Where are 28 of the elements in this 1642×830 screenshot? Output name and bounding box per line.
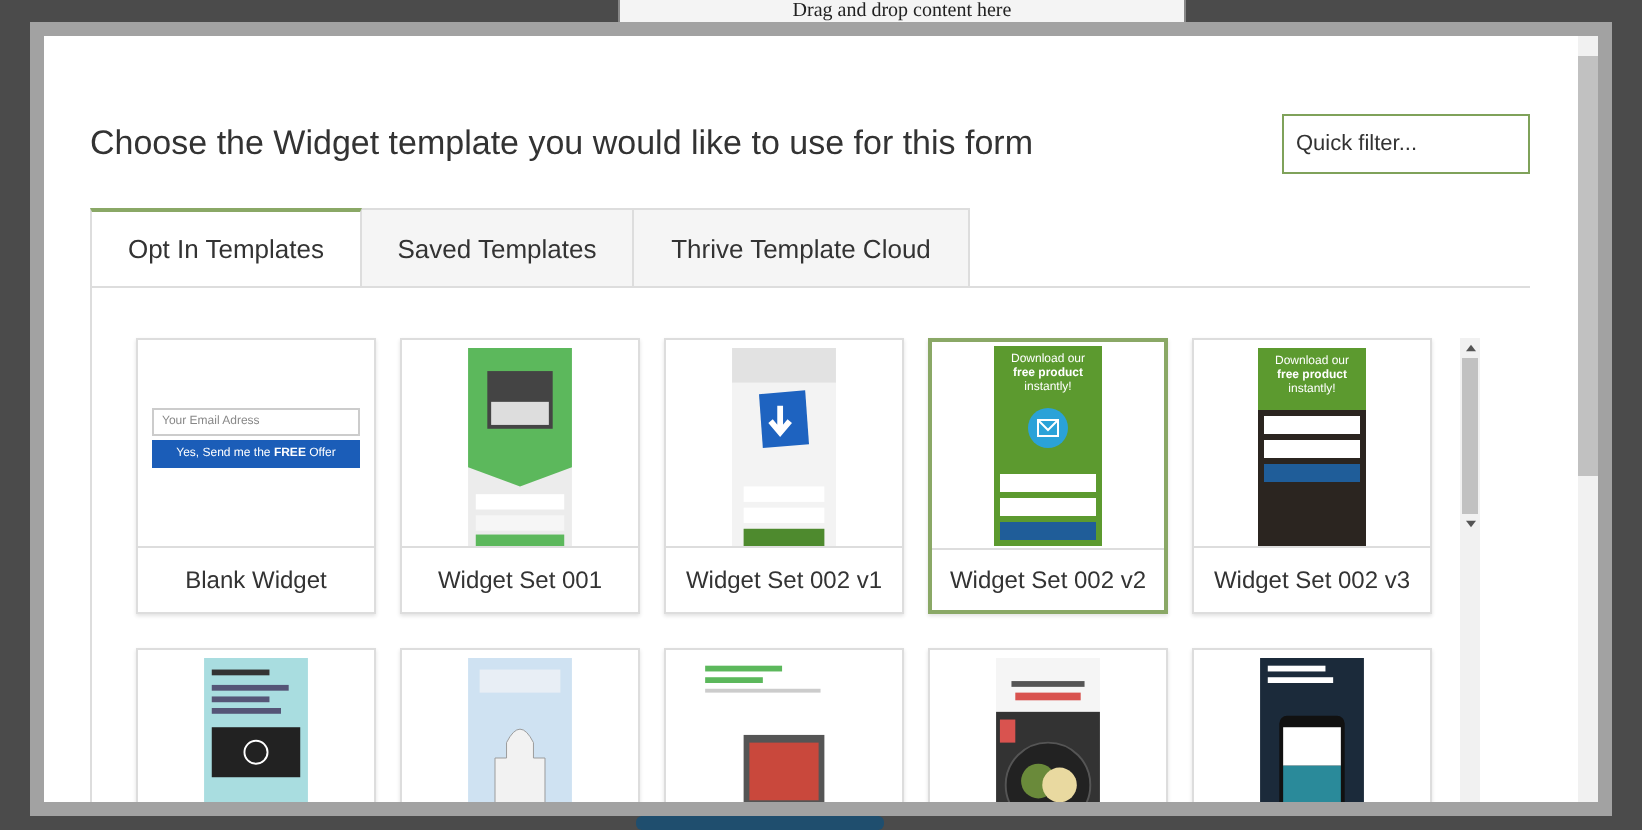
template-preview-drawing bbox=[994, 658, 1102, 802]
template-card[interactable]: Widget Set 002 v1 bbox=[664, 338, 904, 614]
template-name: Blank Widget bbox=[183, 564, 329, 598]
input-field-preview bbox=[1000, 497, 1096, 516]
template-name: Widget Set 002 v1 bbox=[683, 564, 885, 598]
input-field-preview bbox=[1264, 439, 1360, 458]
input-field-preview bbox=[1000, 473, 1096, 492]
subscribe-button-preview bbox=[1264, 463, 1360, 482]
template-name: Widget Set 002 v2 bbox=[947, 564, 1149, 598]
dialog-title: Choose the Widget template you would like to use for this form bbox=[90, 124, 1034, 164]
scrollbar[interactable] bbox=[1460, 338, 1480, 802]
input-field-preview bbox=[1264, 415, 1360, 434]
tab[interactable]: Saved Templates bbox=[362, 208, 634, 286]
drop-hint: Drag and drop content here bbox=[792, 0, 1012, 22]
scrollbar[interactable] bbox=[1578, 36, 1598, 802]
quick-filter-field[interactable]: Quick filter... bbox=[1282, 114, 1530, 174]
template-preview-drawing bbox=[1258, 658, 1366, 802]
template-preview-drawing bbox=[202, 658, 310, 802]
template-card[interactable]: Widget Set 001 bbox=[400, 338, 640, 614]
template-name: Widget Set 001 bbox=[435, 564, 605, 598]
envelope-icon bbox=[1028, 407, 1068, 448]
tab[interactable]: Opt In Templates bbox=[90, 208, 362, 286]
subscribe-button-preview bbox=[1000, 521, 1096, 540]
template-name: Widget Set 002 v3 bbox=[1211, 564, 1413, 598]
template-preview-drawing bbox=[466, 658, 574, 802]
scroll-up-icon[interactable] bbox=[1465, 344, 1475, 352]
tab[interactable]: Thrive Template Cloud bbox=[634, 208, 970, 286]
scroll-down-icon[interactable] bbox=[1465, 520, 1475, 528]
